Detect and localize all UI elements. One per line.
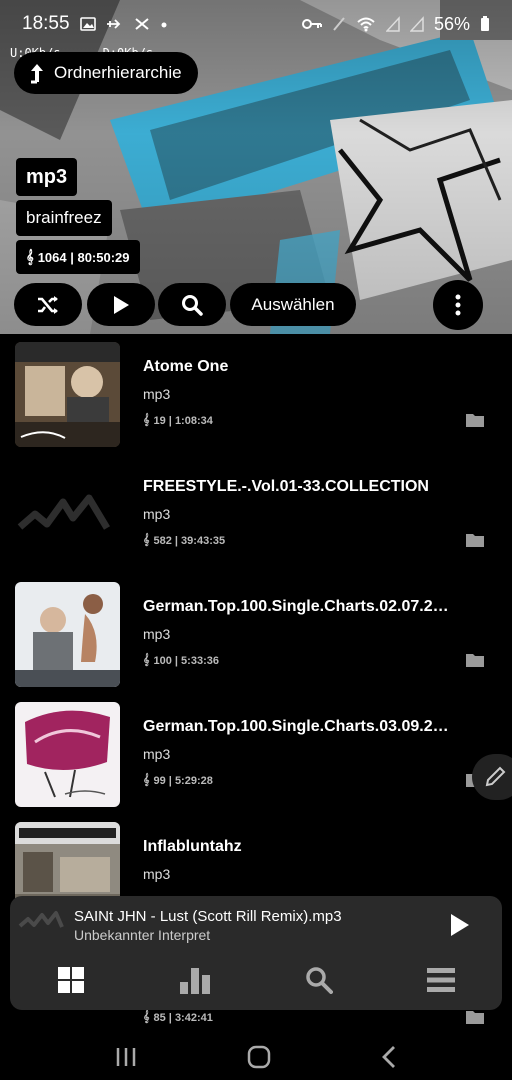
back-icon[interactable] [381,1045,397,1069]
item-title: German.Top.100.Single.Charts.02.07.2… [143,598,449,615]
folder-icon [466,654,484,667]
treble-clef-icon: 𝄞 [143,654,150,666]
vpn-key-icon [301,19,322,29]
item-stats-text: 582 | 39:43:35 [153,534,226,547]
recent-apps-icon[interactable] [115,1047,137,1067]
search-icon [182,294,203,316]
item-title: Inflabluntahz [143,838,242,855]
play-all-button[interactable] [87,283,155,326]
treble-clef-icon: 𝄞 [143,774,150,786]
signal-icon-1 [385,16,400,32]
now-playing-title: SAINt JHN - Lust (Scott Rill Remix).mp3 [74,908,342,925]
item-stats: 𝄞 582 | 39:43:35 [143,534,225,547]
mini-player[interactable]: SAINt JHN - Lust (Scott Rill Remix).mp3 … [10,896,502,1010]
treble-clef-icon: 𝄞 [143,414,150,426]
bottom-navigation [10,958,502,1002]
battery-icon [481,16,489,31]
folder-hierarchy-label: Ordnerhierarchie [54,63,182,82]
pencil-icon [485,766,506,787]
item-stats: 𝄞 100 | 5:33:36 [143,654,219,667]
item-subtitle: mp3 [143,386,171,402]
nav-stats-chart-icon[interactable] [179,966,211,994]
item-stats: 𝄞 99 | 5:29:28 [143,774,213,787]
shuffle-icon [38,295,58,314]
play-icon [114,295,129,314]
status-icons-right: 56% [301,13,490,35]
folder-hierarchy-button[interactable]: Ordnerhierarchie [14,52,198,94]
folder-type-tag: mp3 [16,158,78,196]
item-title: FREESTYLE.-.Vol.01-33.COLLECTION [143,478,429,495]
list-item[interactable]: Atome One mp3 𝄞 19 | 1:08:34 [0,334,512,454]
signal-icon-2 [409,16,424,32]
item-stats-text: 99 | 5:29:28 [153,774,213,787]
edit-fab[interactable] [472,754,512,800]
item-title: Atome One [143,358,229,375]
nav-menu-list-icon[interactable] [427,967,455,993]
home-icon[interactable] [247,1045,271,1069]
album-thumbnail-placeholder [15,462,120,567]
item-title: German.Top.100.Single.Charts.03.09.2… [143,718,449,735]
treble-clef-icon: 𝄞 [26,249,34,264]
status-icons-left [79,16,168,32]
usb-debug-icon [106,19,120,29]
now-playing-artist: Unbekannter Interpret [74,927,211,943]
notification-dot-icon [161,22,167,28]
folder-stats-text: 1064 | 80:50:29 [37,249,130,265]
list-item[interactable]: German.Top.100.Single.Charts.03.09.2… mp… [0,694,512,814]
waveform-icon [18,911,64,928]
item-subtitle: mp3 [143,866,171,882]
item-stats: 𝄞 19 | 1:08:34 [143,414,213,427]
select-button[interactable]: Auswählen [230,283,356,326]
treble-clef-icon: 𝄞 [143,534,150,546]
item-subtitle: mp3 [143,626,171,642]
folder-icon [466,534,484,547]
player-play-button[interactable] [447,912,471,938]
more-options-button[interactable] [433,280,483,330]
more-vert-icon [455,294,461,316]
battery-percent: 56% [433,13,470,34]
system-navigation-bar [0,1034,512,1080]
gallery-icon [79,17,96,31]
list-item[interactable]: FREESTYLE.-.Vol.01-33.COLLECTION mp3 𝄞 58… [0,454,512,574]
item-subtitle: mp3 [143,506,171,522]
treble-clef-icon: 𝄞 [143,1011,150,1023]
album-thumbnail [15,582,120,687]
wifi-icon [357,17,375,32]
status-bar: 18:55 56% [0,0,512,48]
nav-search-icon[interactable] [305,966,333,994]
album-thumbnail [15,702,120,807]
item-stats-text: 85 | 3:42:41 [153,1011,213,1024]
item-stats: 𝄞 85 | 3:42:41 [143,1011,213,1024]
folder-icon [466,414,484,427]
folder-stats-tag: 𝄞 1064 | 80:50:29 [16,240,140,274]
album-thumbnail [15,342,120,447]
folder-artist-tag: brainfreez [16,200,112,236]
shuffle-button[interactable] [14,283,82,326]
item-subtitle: mp3 [143,746,171,762]
folder-icon [466,1011,484,1024]
missed-call-icon [134,18,149,30]
item-stats-text: 19 | 1:08:34 [153,414,213,427]
pen-status-icon [333,17,345,31]
search-button[interactable] [158,283,226,326]
arrow-up-icon [31,64,43,84]
item-stats-text: 100 | 5:33:36 [153,654,219,667]
status-time: 18:55 [22,13,70,34]
list-item[interactable]: German.Top.100.Single.Charts.02.07.2… mp… [0,574,512,694]
nav-library-grid-icon[interactable] [57,966,85,994]
folder-header: 18:55 56% U:0Kb/s D:0Kb/s Ordnerhierarch… [0,0,512,334]
